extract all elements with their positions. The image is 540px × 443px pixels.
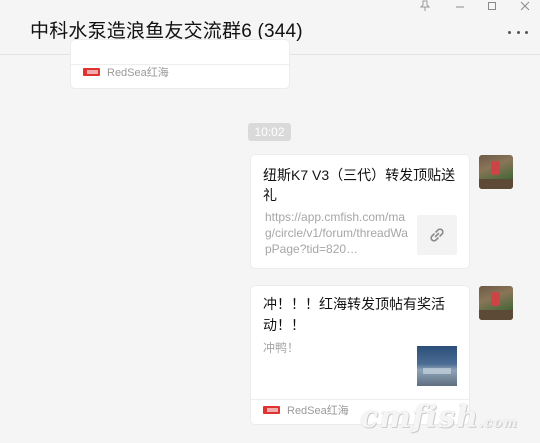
- message-timestamp: 10:02: [248, 123, 291, 141]
- source-name: RedSea红海: [107, 67, 169, 79]
- card-source: RedSea红海: [83, 64, 169, 80]
- link-message-card[interactable]: 纽斯K7 V3（三代）转发顶贴送礼 https://app.cmfish.com…: [251, 155, 469, 268]
- close-icon[interactable]: [510, 0, 540, 14]
- site-watermark: cmfish.com: [360, 400, 518, 435]
- card-source: RedSea红海: [263, 402, 349, 418]
- watermark-main: cmfish: [360, 400, 480, 435]
- avatar[interactable]: [479, 155, 513, 189]
- link-icon: [417, 215, 457, 255]
- chat-title: 中科水泵造浪鱼友交流群6 (344): [30, 21, 303, 42]
- avatar[interactable]: [479, 286, 513, 320]
- minimize-icon[interactable]: [445, 0, 475, 14]
- article-description: 冲鸭！: [263, 341, 300, 355]
- pin-icon[interactable]: [410, 0, 440, 14]
- source-name: RedSea红海: [287, 405, 349, 417]
- article-title: 冲！！！红海转发顶帖有奖活动！！: [263, 296, 445, 333]
- more-options-icon[interactable]: [508, 27, 528, 37]
- shared-card-partial[interactable]: RedSea红海: [71, 40, 289, 88]
- maximize-icon[interactable]: [477, 0, 507, 14]
- watermark-suffix: .com: [479, 416, 518, 431]
- link-url: https://app.cmfish.com/mag/circle/v1/for…: [265, 210, 408, 256]
- article-thumbnail: [417, 346, 457, 386]
- redsea-logo-icon: [263, 406, 280, 414]
- redsea-logo-icon: [83, 68, 100, 76]
- link-title: 纽斯K7 V3（三代）转发顶贴送礼: [263, 167, 456, 203]
